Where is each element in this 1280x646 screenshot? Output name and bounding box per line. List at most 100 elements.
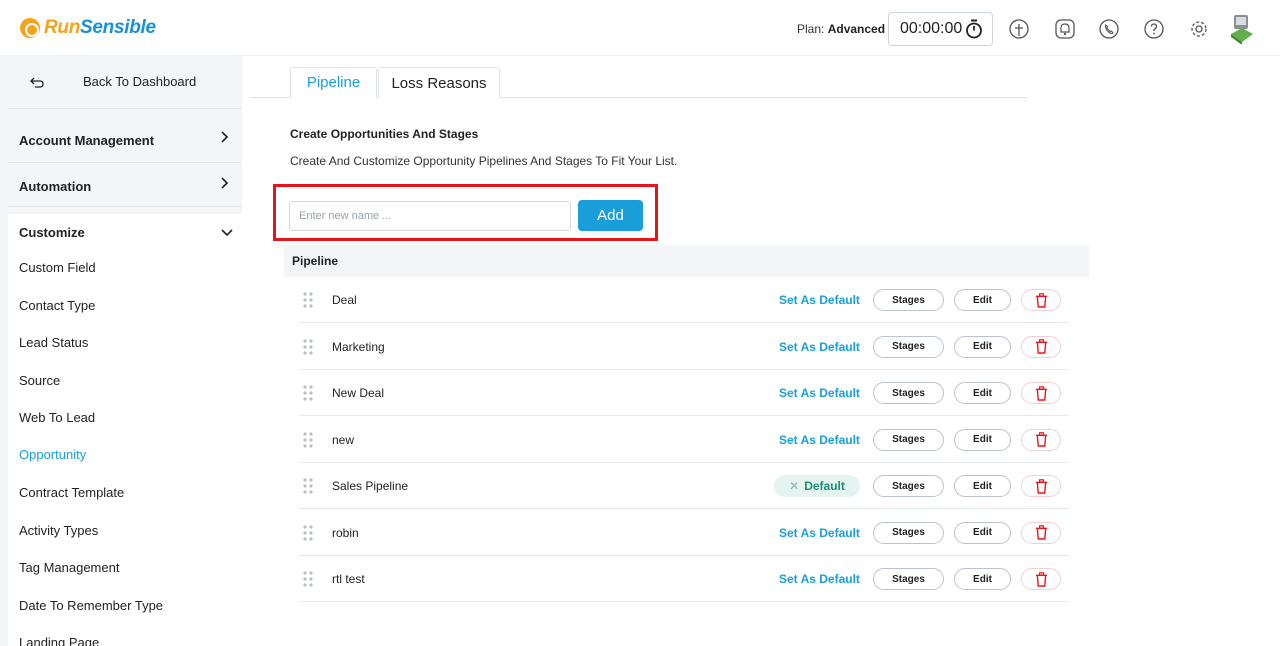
trash-icon <box>1035 432 1048 447</box>
trash-icon <box>1035 292 1048 308</box>
set-as-default-link[interactable]: Set As Default <box>779 572 860 586</box>
notification-icon[interactable] <box>1054 18 1076 40</box>
delete-button[interactable] <box>1021 475 1061 497</box>
edit-button[interactable]: Edit <box>954 382 1011 404</box>
trash-icon <box>1035 525 1048 540</box>
settings-sidebar: Back To Dashboard Account Management Aut… <box>0 56 242 646</box>
tab-pipeline[interactable]: Pipeline <box>290 67 377 98</box>
pipeline-name: New Deal <box>332 386 385 400</box>
drag-handle-icon[interactable] <box>303 384 313 402</box>
delete-button[interactable] <box>1021 382 1061 404</box>
sidebar-item-opportunity[interactable]: Opportunity <box>19 447 86 462</box>
stages-button[interactable]: Stages <box>873 289 944 311</box>
plan-label: Plan: <box>797 22 825 36</box>
back-to-dashboard-link[interactable]: Back To Dashboard <box>0 56 242 108</box>
set-as-default-link[interactable]: Set As Default <box>779 433 860 447</box>
edit-button[interactable]: Edit <box>954 475 1011 497</box>
add-call-icon[interactable] <box>1008 18 1030 40</box>
settings-icon[interactable] <box>1188 18 1210 40</box>
new-pipeline-name-input[interactable] <box>289 201 571 231</box>
timer-widget[interactable]: 00:00:00 <box>888 12 993 46</box>
sidebar-item-activity-types[interactable]: Activity Types <box>19 523 98 538</box>
top-header: Run Sensible Plan: Advanced 00:00:00 <box>0 0 1280 56</box>
timer-icon <box>966 19 982 39</box>
sidebar-item-contact-type[interactable]: Contact Type <box>19 298 95 313</box>
logo-text-run: Run <box>44 17 81 38</box>
trash-icon <box>1035 571 1048 587</box>
sidebar-item-tag-management[interactable]: Tag Management <box>19 560 119 575</box>
trash-icon <box>1035 385 1048 401</box>
user-avatar[interactable] <box>1228 12 1256 44</box>
pipeline-row: new Set As Default Stages Edit <box>299 417 1069 463</box>
chevron-right-icon[interactable] <box>218 177 230 189</box>
edit-button[interactable]: Edit <box>954 521 1011 544</box>
drag-handle-icon[interactable] <box>303 477 313 495</box>
pipeline-row: robin Set As Default Stages Edit <box>299 510 1069 556</box>
sidebar-item-contract-template[interactable]: Contract Template <box>19 485 124 500</box>
logo-mark-icon <box>20 18 40 38</box>
pipeline-row: rtl test Set As Default Stages Edit <box>299 556 1069 602</box>
pipeline-row: Sales Pipeline ✕ Default Stages Edit <box>299 463 1069 509</box>
set-as-default-link[interactable]: Set As Default <box>779 526 860 540</box>
plan-value: Advanced <box>827 22 886 36</box>
delete-button[interactable] <box>1021 428 1061 451</box>
back-arrow-icon <box>30 77 44 88</box>
delete-button[interactable] <box>1021 335 1061 358</box>
trash-icon <box>1035 339 1048 354</box>
timer-value: 00:00:00 <box>900 20 963 37</box>
pipeline-name: robin <box>332 525 359 540</box>
stages-button[interactable]: Stages <box>873 428 944 451</box>
divider <box>8 162 242 163</box>
tab-loss-reasons[interactable]: Loss Reasons <box>378 67 500 98</box>
sidebar-item-lead-status[interactable]: Lead Status <box>19 335 88 350</box>
pipeline-list-header: Pipeline <box>284 245 1089 277</box>
page-title: Create Opportunities And Stages <box>290 127 479 141</box>
stages-button[interactable]: Stages <box>873 568 944 590</box>
pipeline-name: rtl test <box>332 572 365 586</box>
logo-text-sensible: Sensible <box>80 17 156 38</box>
edit-button[interactable]: Edit <box>954 428 1011 451</box>
default-badge[interactable]: ✕ Default <box>774 475 860 497</box>
drag-handle-icon[interactable] <box>303 570 313 588</box>
chevron-down-icon[interactable] <box>221 226 233 238</box>
help-icon[interactable] <box>1143 18 1165 40</box>
trash-icon <box>1035 478 1048 494</box>
delete-button[interactable] <box>1021 289 1061 311</box>
edit-button[interactable]: Edit <box>954 568 1011 590</box>
set-as-default-link[interactable]: Set As Default <box>779 386 860 400</box>
set-as-default-link[interactable]: Set As Default <box>779 293 860 307</box>
sidebar-item-custom-field[interactable]: Custom Field <box>19 260 96 275</box>
stages-button[interactable]: Stages <box>873 335 944 358</box>
set-as-default-link[interactable]: Set As Default <box>779 340 860 354</box>
stages-button[interactable]: Stages <box>873 382 944 404</box>
sidebar-item-web-to-lead[interactable]: Web To Lead <box>19 410 95 425</box>
section-customize[interactable]: Customize <box>19 225 85 240</box>
edit-button[interactable]: Edit <box>954 335 1011 358</box>
sidebar-item-source[interactable]: Source <box>19 373 60 388</box>
drag-handle-icon[interactable] <box>303 524 313 542</box>
page-subtitle: Create And Customize Opportunity Pipelin… <box>290 154 678 168</box>
drag-handle-icon[interactable] <box>303 338 313 356</box>
phone-icon[interactable] <box>1098 18 1120 40</box>
add-button[interactable]: Add <box>578 200 643 231</box>
pipeline-name: Marketing <box>332 339 385 354</box>
delete-button[interactable] <box>1021 568 1061 590</box>
stages-button[interactable]: Stages <box>873 475 944 497</box>
edit-button[interactable]: Edit <box>954 289 1011 311</box>
customize-menu: Customize <box>8 214 242 646</box>
drag-handle-icon[interactable] <box>303 431 313 449</box>
stages-button[interactable]: Stages <box>873 521 944 544</box>
chevron-right-icon[interactable] <box>218 131 230 143</box>
pipeline-row: Marketing Set As Default Stages Edit <box>299 324 1069 370</box>
pipeline-name: Sales Pipeline <box>332 479 409 493</box>
sidebar-item-landing-page[interactable]: Landing Page <box>19 635 99 646</box>
section-automation[interactable]: Automation <box>19 179 91 194</box>
drag-handle-icon[interactable] <box>303 291 313 309</box>
default-badge-label: Default <box>804 479 845 493</box>
section-account-management[interactable]: Account Management <box>19 133 154 148</box>
runsensible-logo[interactable]: Run Sensible <box>20 15 156 41</box>
pipeline-row: Deal Set As Default Stages Edit <box>299 277 1069 323</box>
pipeline-name: Deal <box>332 293 357 307</box>
sidebar-item-date-to-remember-type[interactable]: Date To Remember Type <box>19 598 163 613</box>
delete-button[interactable] <box>1021 521 1061 544</box>
